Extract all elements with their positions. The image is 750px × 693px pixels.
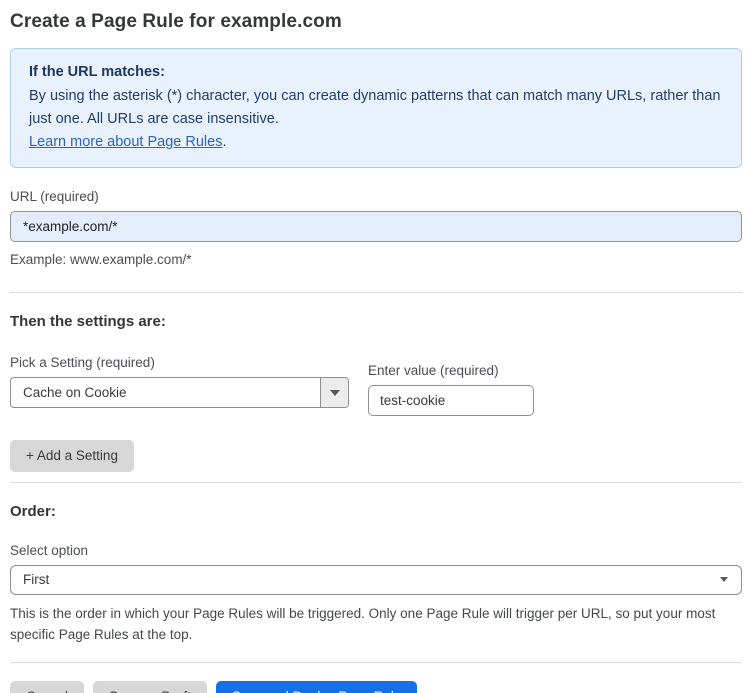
order-select[interactable]: First bbox=[10, 565, 742, 595]
link-suffix: . bbox=[222, 134, 227, 150]
setting-value-input[interactable] bbox=[368, 385, 534, 416]
order-helper-text: This is the order in which your Page Rul… bbox=[10, 606, 716, 642]
value-column: Enter value (required) bbox=[368, 363, 534, 416]
cancel-button[interactable]: Cancel bbox=[10, 681, 85, 693]
order-select-label: Select option bbox=[10, 543, 89, 558]
chevron-down-icon bbox=[329, 389, 340, 396]
divider bbox=[10, 662, 742, 663]
setting-select-label: Pick a Setting (required) bbox=[10, 355, 155, 370]
divider bbox=[10, 482, 742, 483]
url-field-label: URL (required) bbox=[10, 189, 99, 204]
settings-row: Pick a Setting (required) Cache on Cooki… bbox=[10, 355, 742, 416]
value-field-label: Enter value (required) bbox=[368, 363, 499, 378]
settings-section-heading: Then the settings are: bbox=[10, 313, 166, 330]
info-box-heading: If the URL matches: bbox=[29, 64, 165, 80]
url-field-helper: Example: www.example.com/* bbox=[10, 252, 192, 267]
footer-actions: Cancel Save as Draft Save and Deploy Pag… bbox=[10, 681, 742, 693]
order-select-value: First bbox=[23, 572, 50, 587]
save-and-deploy-button[interactable]: Save and Deploy Page Rule bbox=[215, 681, 418, 693]
url-match-info-box: If the URL matches: By using the asteris… bbox=[10, 48, 742, 168]
setting-select[interactable]: Cache on Cookie bbox=[10, 377, 349, 408]
url-input[interactable] bbox=[10, 211, 742, 242]
setting-column: Pick a Setting (required) Cache on Cooki… bbox=[10, 355, 349, 408]
setting-select-value: Cache on Cookie bbox=[23, 385, 127, 400]
divider bbox=[10, 292, 742, 293]
info-box-link-line: Learn more about Page Rules. bbox=[29, 131, 723, 154]
setting-select-arrow-button[interactable] bbox=[320, 378, 348, 407]
save-as-draft-button[interactable]: Save as Draft bbox=[93, 681, 207, 693]
add-setting-button[interactable]: + Add a Setting bbox=[10, 440, 134, 472]
page-rule-form: Create a Page Rule for example.com If th… bbox=[0, 0, 750, 693]
order-section-heading: Order: bbox=[10, 503, 56, 520]
page-title: Create a Page Rule for example.com bbox=[10, 11, 342, 32]
learn-more-link[interactable]: Learn more about Page Rules bbox=[29, 134, 222, 150]
info-box-body: By using the asterisk (*) character, you… bbox=[29, 88, 721, 127]
chevron-down-icon bbox=[720, 577, 728, 582]
